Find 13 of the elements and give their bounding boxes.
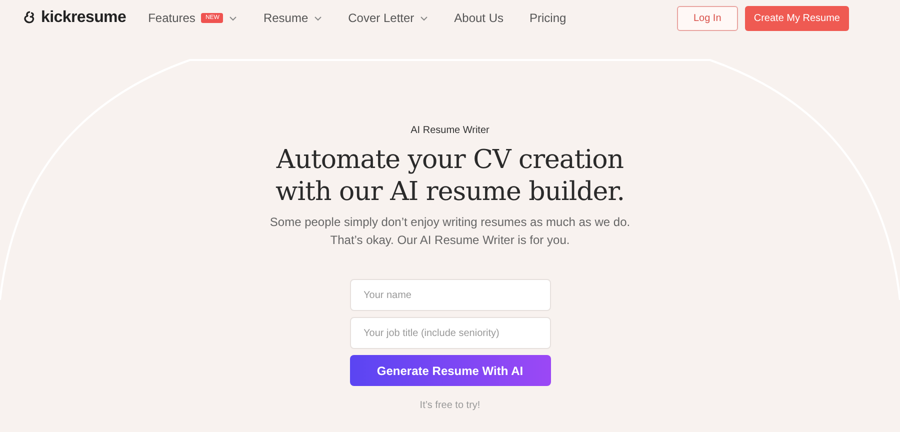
login-button[interactable]: Log In bbox=[676, 6, 738, 30]
free-note: It’s free to try! bbox=[420, 400, 480, 411]
text-field[interactable]: Your name bbox=[350, 279, 550, 311]
hero-subtitle: Some people simply don’t enjoy writing resumes as much as we do. That’s okay. Our AI Resume Writer is for you. bbox=[270, 214, 630, 249]
logo-text[interactable]: kickresume bbox=[41, 9, 126, 27]
nav-link[interactable]: Cover Letter bbox=[348, 11, 428, 25]
text-field[interactable]: Your job title (include seniority) bbox=[350, 317, 550, 349]
eyebrow-text: AI Resume Writer bbox=[410, 125, 490, 136]
hero-title: Automate your CV creation with our AI resume builder. bbox=[275, 144, 625, 208]
nav-link[interactable]: About Us bbox=[454, 11, 504, 25]
nav-link[interactable]: Resume bbox=[263, 11, 322, 25]
generate-button[interactable]: Generate Resume With AI bbox=[350, 355, 550, 386]
nav-link[interactable]: Pricing bbox=[530, 11, 566, 25]
